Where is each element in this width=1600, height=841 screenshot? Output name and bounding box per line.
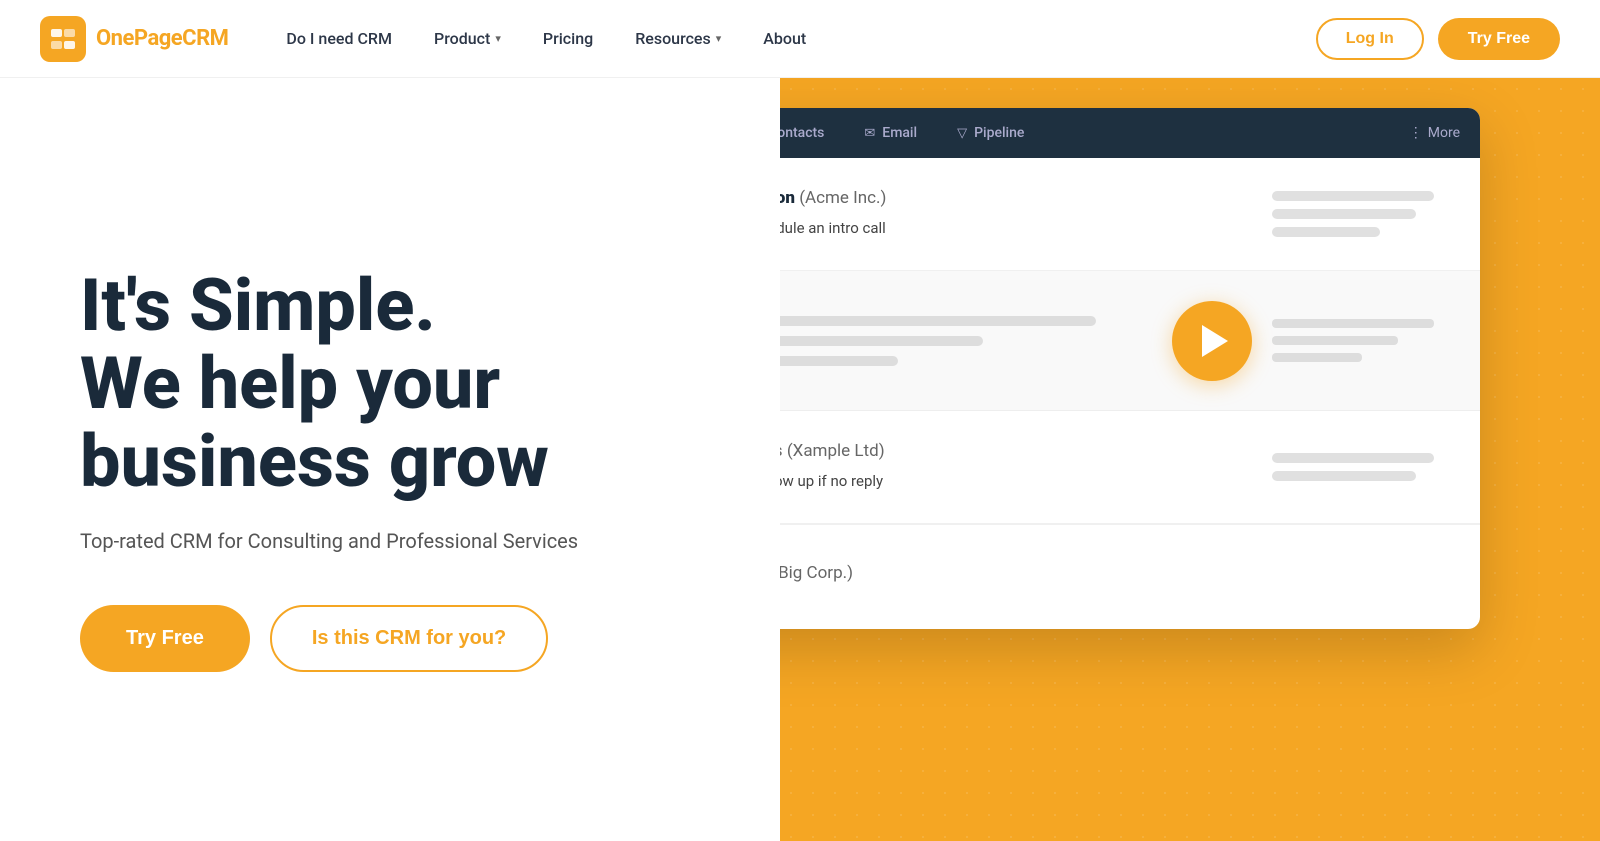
contact-company-randal: (Xample Ltd) (787, 441, 885, 461)
filler-line (780, 356, 898, 366)
nav-links: Do I need CRM Product ▾ Pricing Resource… (268, 21, 1315, 56)
more-dots-icon: ⋮ (1409, 125, 1423, 141)
nav-item-about[interactable]: About (745, 21, 824, 56)
filler-line (1272, 353, 1362, 362)
contact-card-randal[interactable]: Randal Bloggs (Xample Ltd) TODAY Follow … (780, 411, 1480, 524)
contact-action-sarah: ASAP Schedule an intro call (780, 216, 1254, 240)
nav-item-pricing[interactable]: Pricing (525, 21, 611, 56)
contact-info-sarah: Sarah Silverson (Acme Inc.) ASAP Schedul… (780, 188, 1254, 240)
filler-line (1272, 336, 1398, 345)
crm-mockup: ▣ Action Stream ◯ Contacts ✉ Email ▽ Pip… (780, 108, 1480, 629)
contact-name-sarah: Sarah Silverson (Acme Inc.) (780, 188, 1254, 208)
logo[interactable]: OnePageCRM (40, 16, 228, 62)
play-triangle-icon (1202, 325, 1228, 357)
nav-item-resources[interactable]: Resources ▾ (617, 21, 739, 56)
contact-card-john[interactable]: John Mason (Big Corp.) (780, 524, 1480, 629)
filler-line (780, 316, 1096, 326)
crm-tab-contacts[interactable]: ◯ Contacts (780, 108, 842, 158)
play-button[interactable] (1172, 301, 1252, 381)
crm-tab-pipeline[interactable]: ▽ Pipeline (939, 108, 1042, 158)
filler-line (780, 336, 983, 346)
card-filler-sarah (1272, 191, 1452, 237)
action-text-sarah: Schedule an intro call (780, 219, 886, 237)
hero-buttons: Try Free Is this CRM for you? (80, 605, 720, 672)
product-chevron-icon: ▾ (495, 32, 501, 45)
filler-line (1272, 319, 1434, 328)
nav-item-product[interactable]: Product ▾ (416, 21, 519, 56)
contact-company-john: (Big Corp.) (780, 563, 853, 583)
hero-left: It's Simple. We help your business grow … (0, 78, 780, 841)
contact-action-randal: TODAY Follow up if no reply (780, 469, 1254, 493)
email-icon: ✉ (864, 126, 875, 141)
contact-info-john: John Mason (Big Corp.) (780, 563, 1452, 591)
filler-line (1272, 227, 1380, 237)
filler-line (1272, 191, 1434, 201)
crm-tab-more[interactable]: ⋮ More (1409, 125, 1460, 141)
hero-section: It's Simple. We help your business grow … (0, 78, 1600, 841)
contact-name-randal: Randal Bloggs (Xample Ltd) (780, 441, 1254, 461)
login-button[interactable]: Log In (1316, 18, 1424, 60)
filler-line (1272, 453, 1434, 463)
middle-right-filler (1272, 319, 1452, 362)
filler-line (1272, 209, 1416, 219)
brand-name: OnePageCRM (96, 26, 228, 51)
card-filler-randal (1272, 453, 1452, 481)
pipeline-icon: ▽ (957, 126, 967, 141)
try-free-hero-button[interactable]: Try Free (80, 605, 250, 672)
contact-card-sarah[interactable]: Sarah Silverson (Acme Inc.) ASAP Schedul… (780, 158, 1480, 271)
hero-right-bg: ▣ Action Stream ◯ Contacts ✉ Email ▽ Pip… (780, 78, 1600, 841)
filler-line (1272, 471, 1416, 481)
crm-tab-email[interactable]: ✉ Email (846, 108, 935, 158)
nav-item-do-i-need-crm[interactable]: Do I need CRM (268, 21, 410, 56)
nav-actions: Log In Try Free (1316, 18, 1560, 60)
hero-subtext: Top-rated CRM for Consulting and Profess… (80, 529, 720, 553)
resources-chevron-icon: ▾ (716, 32, 722, 45)
navbar: OnePageCRM Do I need CRM Product ▾ Prici… (0, 0, 1600, 78)
middle-filler-lines (780, 316, 1152, 366)
crm-middle-section (780, 271, 1480, 411)
action-text-randal: Follow up if no reply (780, 472, 883, 490)
contact-info-randal: Randal Bloggs (Xample Ltd) TODAY Follow … (780, 441, 1254, 493)
crm-nav: ▣ Action Stream ◯ Contacts ✉ Email ▽ Pip… (780, 108, 1480, 158)
is-this-crm-button[interactable]: Is this CRM for you? (270, 605, 548, 672)
try-free-nav-button[interactable]: Try Free (1438, 18, 1560, 60)
contact-name-john: John Mason (Big Corp.) (780, 563, 1452, 583)
hero-heading: It's Simple. We help your business grow (80, 267, 720, 500)
logo-icon (40, 16, 86, 62)
